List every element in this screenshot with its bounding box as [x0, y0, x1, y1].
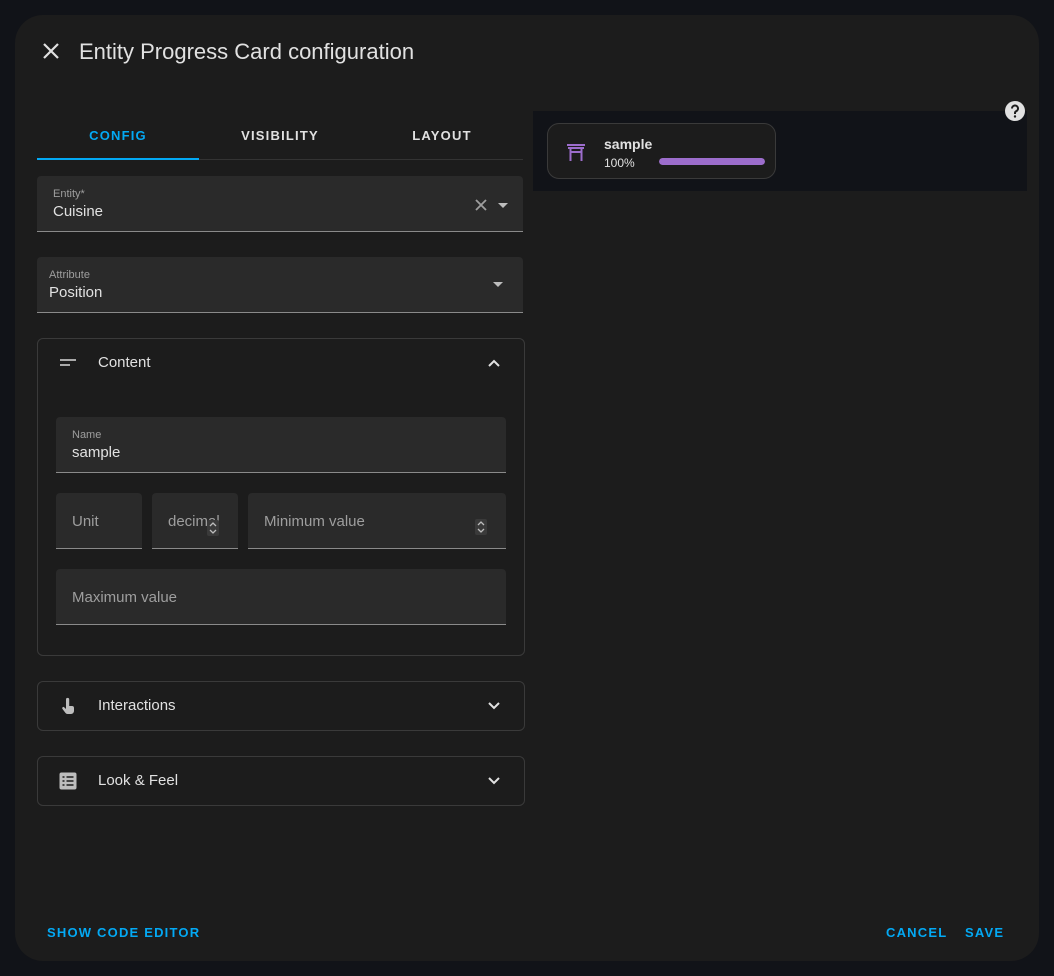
- attribute-field[interactable]: Attribute Position: [37, 257, 523, 313]
- gate-icon: [566, 142, 586, 162]
- card-name: sample: [604, 136, 653, 152]
- entity-field[interactable]: Entity* Cuisine: [37, 176, 523, 232]
- dropdown-arrow-icon[interactable]: [498, 203, 508, 208]
- save-button[interactable]: SAVE: [965, 925, 1004, 940]
- chevron-down-icon[interactable]: [486, 698, 502, 714]
- maximum-value-placeholder: Maximum value: [72, 589, 178, 606]
- gesture-tap-icon: [58, 696, 78, 716]
- content-panel-header[interactable]: Content: [38, 339, 524, 387]
- chevron-down-icon[interactable]: [486, 773, 502, 789]
- help-icon[interactable]: [1004, 100, 1026, 122]
- chevron-up-icon[interactable]: [486, 355, 502, 371]
- attribute-field-value: Position: [49, 284, 103, 301]
- look-and-feel-panel-title: Look & Feel: [98, 772, 179, 789]
- tab-bar: CONFIG VISIBILITY LAYOUT: [37, 111, 523, 160]
- stepper-icon[interactable]: [475, 519, 487, 535]
- look-and-feel-panel[interactable]: Look & Feel: [37, 756, 525, 806]
- clear-icon[interactable]: [473, 197, 489, 213]
- show-code-editor-button[interactable]: SHOW CODE EDITOR: [47, 925, 200, 940]
- progress-bar-fill: [659, 158, 765, 165]
- text-short-icon: [58, 353, 78, 373]
- card-percent: 100%: [604, 156, 635, 170]
- stepper-icon[interactable]: [207, 520, 219, 536]
- interactions-panel[interactable]: Interactions: [37, 681, 525, 731]
- editor-dialog: Entity Progress Card configuration CONFI…: [15, 15, 1039, 961]
- progress-bar: [659, 158, 765, 165]
- close-icon[interactable]: [39, 39, 63, 63]
- entity-progress-card[interactable]: sample 100%: [547, 123, 776, 179]
- tab-visibility[interactable]: VISIBILITY: [199, 111, 361, 159]
- attribute-field-label: Attribute: [49, 269, 90, 281]
- unit-field[interactable]: Unit: [56, 493, 142, 549]
- interactions-panel-title: Interactions: [98, 697, 176, 714]
- unit-field-placeholder: Unit: [72, 513, 99, 530]
- entity-field-label: Entity*: [53, 188, 85, 200]
- content-panel-title: Content: [98, 354, 151, 371]
- dialog-title: Entity Progress Card configuration: [79, 39, 415, 64]
- interactions-panel-header[interactable]: Interactions: [38, 682, 524, 730]
- entity-field-value: Cuisine: [53, 203, 104, 220]
- cancel-button[interactable]: CANCEL: [886, 925, 947, 940]
- name-field-value: sample: [72, 444, 121, 461]
- list-box-icon: [58, 771, 78, 791]
- look-and-feel-panel-header[interactable]: Look & Feel: [38, 757, 524, 805]
- name-field-label: Name: [72, 429, 102, 441]
- name-field[interactable]: Name sample: [56, 417, 506, 473]
- tab-layout[interactable]: LAYOUT: [361, 111, 523, 159]
- minimum-value-placeholder: Minimum value: [264, 513, 365, 530]
- minimum-value-field[interactable]: Minimum value: [248, 493, 506, 549]
- decimal-field[interactable]: decimal: [152, 493, 238, 549]
- maximum-value-field[interactable]: Maximum value: [56, 569, 506, 625]
- content-panel: Content Name sample Unit decimal Minimum…: [37, 338, 525, 656]
- dropdown-arrow-icon[interactable]: [493, 282, 503, 287]
- tab-config[interactable]: CONFIG: [37, 111, 199, 160]
